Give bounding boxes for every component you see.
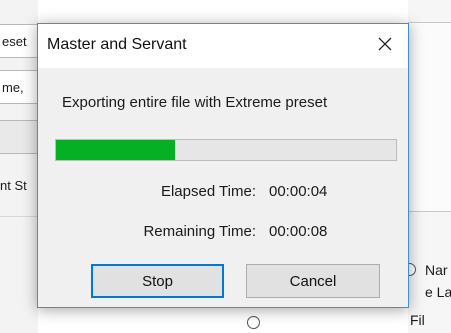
- elapsed-time-value: 00:00:04: [269, 183, 328, 200]
- background-fragment: me,: [2, 80, 24, 95]
- export-message: Exporting entire file with Extreme prese…: [62, 94, 328, 111]
- background-right-box: [408, 22, 451, 212]
- remaining-time-value: 00:00:08: [269, 223, 328, 240]
- close-icon: [378, 37, 392, 56]
- stop-button[interactable]: Stop: [91, 264, 224, 298]
- export-progress-dialog: Master and Servant Exporting entire file…: [37, 23, 409, 308]
- remaining-time-label: Remaining Time:: [143, 223, 256, 240]
- export-progress-bar: [55, 139, 397, 161]
- background-fragment: e Lab: [425, 284, 451, 300]
- progress-bar-fill: [56, 140, 175, 160]
- elapsed-time-label: Elapsed Time:: [160, 183, 256, 200]
- dialog-titlebar[interactable]: Master and Servant: [38, 24, 408, 68]
- background-fragment: nt St: [0, 178, 27, 193]
- cancel-button[interactable]: Cancel: [246, 264, 380, 298]
- close-button[interactable]: [362, 24, 408, 68]
- background-fragment: Fil: [410, 312, 425, 328]
- background-fragment: Nar: [425, 262, 448, 278]
- background-fragment: eset: [2, 34, 27, 49]
- dialog-title: Master and Servant: [47, 36, 187, 53]
- background-radio[interactable]: [247, 316, 260, 329]
